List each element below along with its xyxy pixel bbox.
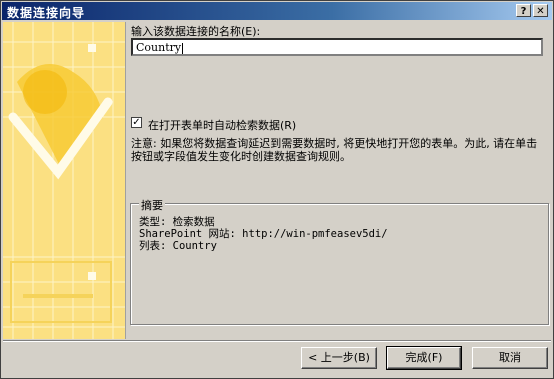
summary-content: 类型: 检索数据 SharePoint 网站: http://win-pmfea… bbox=[139, 216, 388, 252]
help-button[interactable]: ? bbox=[516, 4, 531, 17]
connection-name-label: 输入该数据连接的名称(E): bbox=[131, 25, 261, 38]
wizard-side-graphic bbox=[3, 22, 126, 339]
finish-button[interactable]: 完成(F) bbox=[386, 346, 462, 370]
decorative-grid-icon bbox=[3, 22, 125, 339]
summary-site: SharePoint 网站: http://win-pmfeasev5di/ bbox=[139, 228, 388, 240]
connection-name-value: Country bbox=[136, 41, 182, 54]
close-button[interactable]: ✕ bbox=[533, 4, 548, 17]
cancel-button[interactable]: 取消 bbox=[472, 347, 548, 369]
note-text: 注意: 如果您将数据查询延迟到需要数据时, 将更快地打开您的表单。为此, 请在单… bbox=[131, 137, 546, 163]
auto-retrieve-label[interactable]: 在打开表单时自动检索数据(R) bbox=[148, 117, 296, 133]
text-caret bbox=[182, 42, 184, 54]
note-line-2: 按钮或字段值发生变化时创建数据查询规则。 bbox=[131, 150, 351, 163]
back-button[interactable]: < 上一步(B) bbox=[301, 347, 377, 369]
summary-group: 摘要 类型: 检索数据 SharePoint 网站: http://win-pm… bbox=[130, 197, 549, 325]
auto-retrieve-checkbox[interactable]: ✓ bbox=[131, 117, 142, 128]
summary-legend: 摘要 bbox=[139, 197, 165, 213]
connection-name-input[interactable]: Country bbox=[131, 38, 543, 56]
note-line-1: 注意: 如果您将数据查询延迟到需要数据时, 将更快地打开您的表单。为此, 请在单… bbox=[131, 137, 538, 150]
title-bar: 数据连接向导 ? ✕ bbox=[2, 2, 552, 20]
wizard-window: 数据连接向导 ? ✕ 输入该数据连接的名称(E): Country ✓ 在打开表… bbox=[0, 0, 554, 379]
footer-divider bbox=[3, 340, 551, 342]
summary-list: 列表: Country bbox=[139, 240, 217, 252]
window-title: 数据连接向导 bbox=[7, 6, 86, 20]
summary-type: 类型: 检索数据 bbox=[139, 216, 215, 228]
